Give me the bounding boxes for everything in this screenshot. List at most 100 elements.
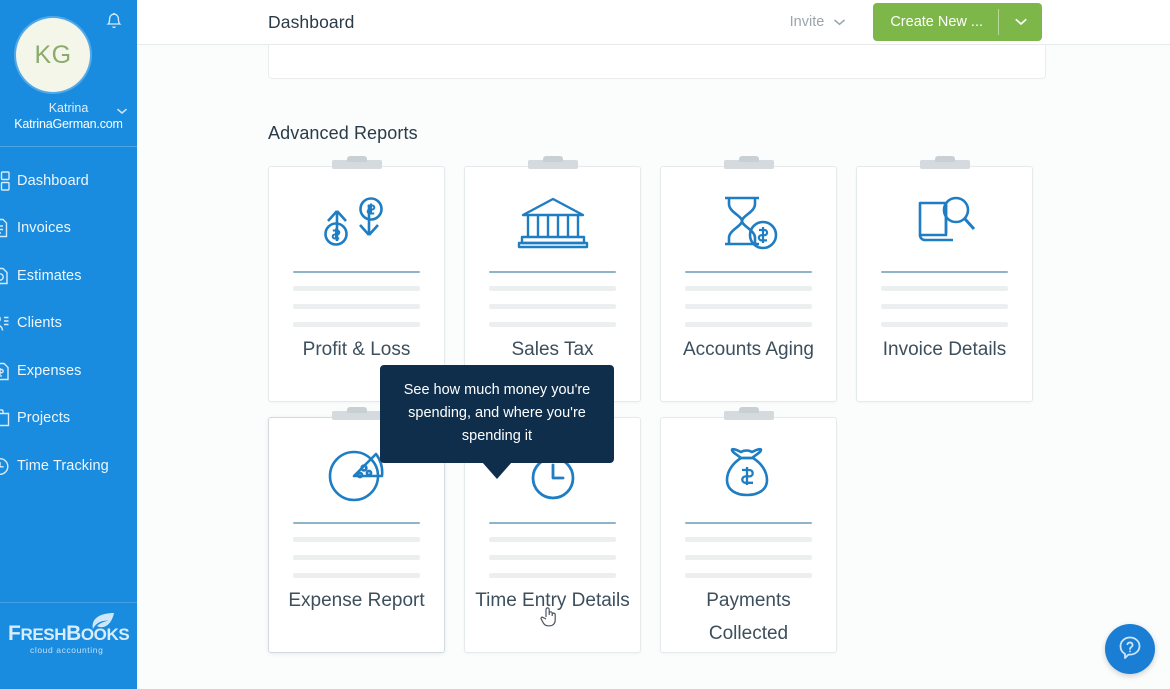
card-rule [489, 271, 616, 273]
report-card-title: Time Entry Details [475, 590, 630, 611]
sidebar-item-projects[interactable]: Projects [0, 395, 137, 443]
card-rule-faint [489, 555, 616, 560]
freshbooks-app: KG Katrina KatrinaGerman.com Dashboard I… [0, 0, 1170, 689]
profit-loss-arrows-icon [269, 167, 444, 271]
report-card-payments-collected[interactable]: Payments Collected [660, 411, 837, 653]
chevron-down-icon [1014, 13, 1028, 31]
card-rule-faint [881, 286, 1008, 291]
sidebar: KG Katrina KatrinaGerman.com Dashboard I… [0, 0, 137, 689]
avatar-initials: KG [34, 40, 72, 69]
sidebar-item-invoices[interactable]: Invoices [0, 205, 137, 253]
create-new-caret[interactable] [999, 3, 1042, 41]
card-rule-faint [685, 537, 812, 542]
user-email: KatrinaGerman.com [14, 117, 123, 131]
sidebar-item-label: Time Tracking [17, 457, 109, 474]
card-rule-faint [881, 322, 1008, 327]
time-tracking-icon [0, 455, 11, 477]
sidebar-divider [0, 146, 137, 147]
freshbooks-logo: FRESHBOOKS cloud accounting [0, 613, 137, 655]
card-rule-faint [685, 573, 812, 578]
brand-name: FRESHBOOKS [8, 622, 130, 645]
sidebar-item-label: Expenses [17, 362, 82, 379]
report-card-invoice-details[interactable]: Invoice Details [856, 160, 1033, 402]
dashboard-icon [0, 170, 11, 192]
card-rule-faint [685, 322, 812, 327]
report-card-title: Expense Report [288, 590, 425, 611]
create-new-label: Create New ... [890, 14, 983, 30]
card-rule-faint [881, 304, 1008, 309]
sidebar-item-clients[interactable]: Clients [0, 300, 137, 348]
sidebar-item-label: Dashboard [17, 172, 89, 189]
clipboard-clip-icon [919, 160, 970, 169]
card-rule-faint [489, 286, 616, 291]
section-title: Advanced Reports [268, 123, 418, 143]
brand-divider [0, 602, 137, 603]
card-rule-faint [489, 322, 616, 327]
top-bar: Dashboard Invite Create New ... [137, 0, 1170, 45]
report-card-accounts-aging[interactable]: Accounts Aging [660, 160, 837, 402]
sidebar-item-time-tracking[interactable]: Time Tracking [0, 442, 137, 490]
card-rule [293, 522, 420, 524]
document-magnifier-icon [857, 167, 1032, 271]
leaf-icon [85, 612, 115, 632]
sidebar-item-dashboard[interactable]: Dashboard [0, 157, 137, 205]
card-rule-faint [293, 555, 420, 560]
card-rule [685, 271, 812, 273]
report-card-title: Invoice Details [882, 339, 1007, 360]
invite-label: Invite [789, 14, 825, 30]
card-rule [489, 522, 616, 524]
card-rule [881, 271, 1008, 273]
sidebar-item-label: Invoices [17, 220, 71, 237]
chevron-down-icon[interactable] [116, 102, 128, 115]
card-rule-faint [293, 537, 420, 542]
content-scroll-area: Advanced Reports Profit & Loss Sales Tax… [137, 34, 1170, 689]
card-rule-faint [293, 322, 420, 327]
card-rule-faint [685, 304, 812, 309]
report-card-title: Accounts Aging [683, 339, 814, 360]
avatar[interactable]: KG [16, 18, 90, 92]
invoice-icon [0, 217, 11, 239]
expenses-icon [0, 360, 11, 382]
user-info[interactable]: Katrina KatrinaGerman.com [0, 100, 137, 132]
card-rule-faint [293, 304, 420, 309]
card-rule [293, 271, 420, 273]
chevron-down-icon [833, 14, 846, 30]
card-rule-faint [293, 286, 420, 291]
page-title: Dashboard [268, 11, 355, 32]
sidebar-item-expenses[interactable]: Expenses [0, 347, 137, 395]
invite-dropdown[interactable]: Invite [790, 14, 847, 30]
card-rule-faint [489, 304, 616, 309]
previous-section-card[interactable] [268, 34, 1046, 79]
clipboard-clip-icon [723, 411, 774, 420]
card-rule-faint [489, 573, 616, 578]
brand-tagline: cloud accounting [30, 645, 104, 655]
clipboard-clip-icon [723, 160, 774, 169]
card-rule [685, 522, 812, 524]
card-rule-faint [685, 555, 812, 560]
projects-icon [0, 407, 11, 429]
money-bag-icon [661, 418, 836, 522]
sidebar-item-label: Projects [17, 410, 71, 427]
clients-icon [0, 312, 11, 334]
clipboard-clip-icon [527, 160, 578, 169]
card-rule-faint [685, 286, 812, 291]
top-bar-actions: Invite Create New ... [790, 3, 1170, 41]
sidebar-item-label: Clients [17, 315, 63, 332]
clipboard-clip-icon [331, 411, 382, 420]
sidebar-item-estimates[interactable]: Estimates [0, 252, 137, 300]
report-card-title: Payments Collected [706, 590, 791, 644]
create-new-button[interactable]: Create New ... [873, 3, 1042, 41]
notification-bell-icon[interactable] [105, 12, 123, 32]
sidebar-item-label: Estimates [17, 267, 82, 284]
card-rule-faint [293, 573, 420, 578]
help-button[interactable] [1105, 624, 1155, 674]
tooltip: See how much money you're spending, and … [380, 365, 614, 463]
clipboard-clip-icon [331, 160, 382, 169]
bank-building-icon [465, 167, 640, 271]
sidebar-nav: Dashboard Invoices Estimates Clients Exp… [0, 157, 137, 490]
main-area: Dashboard Invite Create New ... Advanced… [137, 0, 1170, 689]
estimate-icon [0, 265, 11, 287]
question-mark-help-icon [1116, 633, 1144, 666]
hourglass-dollar-icon [661, 167, 836, 271]
card-rule-faint [489, 537, 616, 542]
